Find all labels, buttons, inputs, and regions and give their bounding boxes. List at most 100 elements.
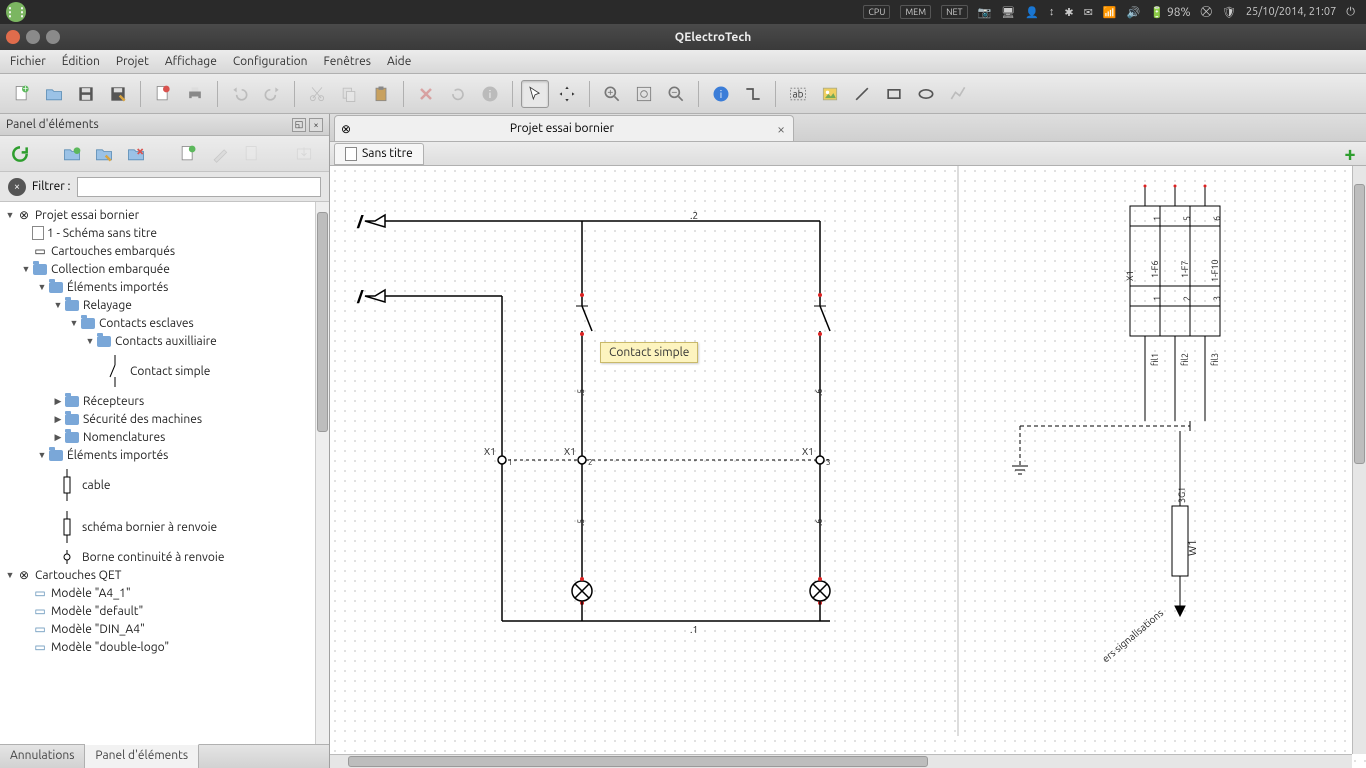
paste-button[interactable] [367, 80, 395, 108]
tree-item-cable[interactable]: cable [0, 464, 329, 506]
panel-import-button[interactable] [292, 142, 316, 166]
panel-reload-button[interactable] [8, 142, 32, 166]
pointer-tool-button[interactable] [521, 80, 549, 108]
camera-icon[interactable]: 📷 [978, 6, 992, 19]
copy-button[interactable] [335, 80, 363, 108]
tree-item-double-logo[interactable]: ▭Modèle "double-logo" [0, 638, 329, 656]
tree-item-contacts-aux[interactable]: ▼Contacts auxilliaire [0, 332, 329, 350]
delete-button[interactable] [412, 80, 440, 108]
volume-icon[interactable]: 🔊 [1127, 6, 1141, 19]
tree-item-project[interactable]: ▼⊗Projet essai bornier [0, 206, 329, 224]
mail-icon[interactable]: ✉ [1084, 6, 1093, 19]
open-button[interactable] [40, 80, 68, 108]
zoom-fit-button[interactable] [630, 80, 658, 108]
user-icon[interactable]: 👤 [1025, 6, 1039, 19]
tree-item-nomenclatures[interactable]: ▶Nomenclatures [0, 428, 329, 446]
panel-new-folder-button[interactable] [60, 142, 84, 166]
tree-item-elements-imp[interactable]: ▼Éléments importés [0, 278, 329, 296]
cpu-indicator[interactable]: CPU [863, 5, 890, 19]
panel-delete-folder-button[interactable] [124, 142, 148, 166]
image-button[interactable] [816, 80, 844, 108]
tab-undo[interactable]: Annulations [0, 745, 85, 768]
block-icon[interactable]: ⛒ [1201, 6, 1212, 19]
text-button[interactable]: ab [784, 80, 812, 108]
tree-item-schema[interactable]: 1 - Schéma sans titre [0, 224, 329, 242]
clock-text[interactable]: 25/10/2014, 21:07 [1246, 6, 1336, 18]
info-button[interactable]: i [476, 80, 504, 108]
menu-project[interactable]: Projet [116, 55, 149, 68]
canvas-viewport[interactable]: / / [330, 166, 1366, 768]
properties-button[interactable]: i [707, 80, 735, 108]
conductor-button[interactable] [739, 80, 767, 108]
panel-new-element-button[interactable] [176, 142, 200, 166]
window-close-button[interactable] [6, 30, 20, 44]
tree-item-recepteurs[interactable]: ▶Récepteurs [0, 392, 329, 410]
tree-item-collection-emb[interactable]: ▼Collection embarquée [0, 260, 329, 278]
panel-undock-button[interactable]: ◱ [292, 118, 306, 132]
elements-tree[interactable]: ▼⊗Projet essai bornier 1 - Schéma sans t… [0, 202, 329, 744]
undo-button[interactable] [226, 80, 254, 108]
canvas-vscrollbar[interactable] [1352, 166, 1366, 754]
tree-item-contact-simple[interactable]: Contact simple [0, 350, 329, 392]
zoom-out-button[interactable] [662, 80, 690, 108]
menu-file[interactable]: Fichier [10, 55, 46, 68]
save-as-button[interactable] [104, 80, 132, 108]
bluetooth-icon[interactable]: ✱ [1064, 6, 1073, 19]
tree-scrollbar[interactable] [315, 202, 329, 744]
add-sheet-button[interactable]: + [1340, 144, 1360, 164]
panel-delete-element-button[interactable] [240, 142, 264, 166]
new-file-button[interactable]: + [8, 80, 36, 108]
tree-item-default[interactable]: ▭Modèle "default" [0, 602, 329, 620]
mint-menu-icon[interactable]: ⋮⋮ [6, 2, 26, 22]
cut-button[interactable] [303, 80, 331, 108]
canvas-hscrollbar[interactable] [330, 754, 1352, 768]
menu-display[interactable]: Affichage [165, 55, 217, 68]
document-tab[interactable]: ⊗ Projet essai bornier × [334, 115, 794, 141]
menubar: Fichier Édition Projet Affichage Configu… [0, 50, 1366, 74]
tree-item-borne-continuite[interactable]: Borne continuité à renvoie [0, 548, 329, 566]
tree-item-a4-1[interactable]: ▭Modèle "A4_1" [0, 584, 329, 602]
window-maximize-button[interactable] [46, 30, 60, 44]
display-icon[interactable]: 🖥 [1001, 6, 1015, 19]
tree-item-cartouches-qet[interactable]: ▼⊗Cartouches QET [0, 566, 329, 584]
panel-edit-element-button[interactable] [208, 142, 232, 166]
shield-icon[interactable]: 🛡 [1222, 6, 1236, 19]
tree-item-din-a4[interactable]: ▭Modèle "DIN_A4" [0, 620, 329, 638]
tab-elements-panel[interactable]: Panel d'éléments [85, 744, 199, 768]
tree-item-relayage[interactable]: ▼Relayage [0, 296, 329, 314]
sheet-tab[interactable]: Sans titre [334, 143, 424, 165]
menu-edit[interactable]: Édition [62, 55, 100, 68]
net-indicator[interactable]: NET [941, 5, 967, 19]
save-button[interactable] [72, 80, 100, 108]
menu-help[interactable]: Aide [387, 55, 411, 68]
tree-item-cartouches-emb[interactable]: ▭Cartouches embarqués [0, 242, 329, 260]
print-button[interactable] [181, 80, 209, 108]
move-tool-button[interactable] [553, 80, 581, 108]
rect-button[interactable] [880, 80, 908, 108]
line-button[interactable] [848, 80, 876, 108]
mem-indicator[interactable]: MEM [900, 5, 931, 19]
battery-icon[interactable]: 🔋98% [1150, 6, 1190, 19]
zoom-in-button[interactable] [598, 80, 626, 108]
block-ref: 1-F10 [1210, 259, 1220, 282]
tree-item-contacts-esclaves[interactable]: ▼Contacts esclaves [0, 314, 329, 332]
polyline-button[interactable] [944, 80, 972, 108]
tree-item-schema-bornier[interactable]: schéma bornier à renvoie [0, 506, 329, 548]
tree-item-elements-imp2[interactable]: ▼Éléments importés [0, 446, 329, 464]
menu-config[interactable]: Configuration [233, 55, 308, 68]
menu-windows[interactable]: Fenêtres [323, 55, 370, 68]
filter-input[interactable] [77, 177, 322, 197]
tree-item-securite[interactable]: ▶Sécurité des machines [0, 410, 329, 428]
shutdown-icon[interactable]: ⏻ [1346, 6, 1355, 19]
panel-close-button[interactable]: × [309, 118, 323, 132]
rotate-button[interactable] [444, 80, 472, 108]
panel-edit-folder-button[interactable] [92, 142, 116, 166]
updown-icon[interactable]: ↕ [1049, 6, 1055, 18]
close-icon[interactable]: × [777, 121, 785, 137]
window-minimize-button[interactable] [26, 30, 40, 44]
wifi-icon[interactable]: 📶 [1103, 6, 1117, 19]
close-doc-button[interactable] [149, 80, 177, 108]
filter-clear-button[interactable]: × [8, 178, 26, 196]
redo-button[interactable] [258, 80, 286, 108]
ellipse-button[interactable] [912, 80, 940, 108]
